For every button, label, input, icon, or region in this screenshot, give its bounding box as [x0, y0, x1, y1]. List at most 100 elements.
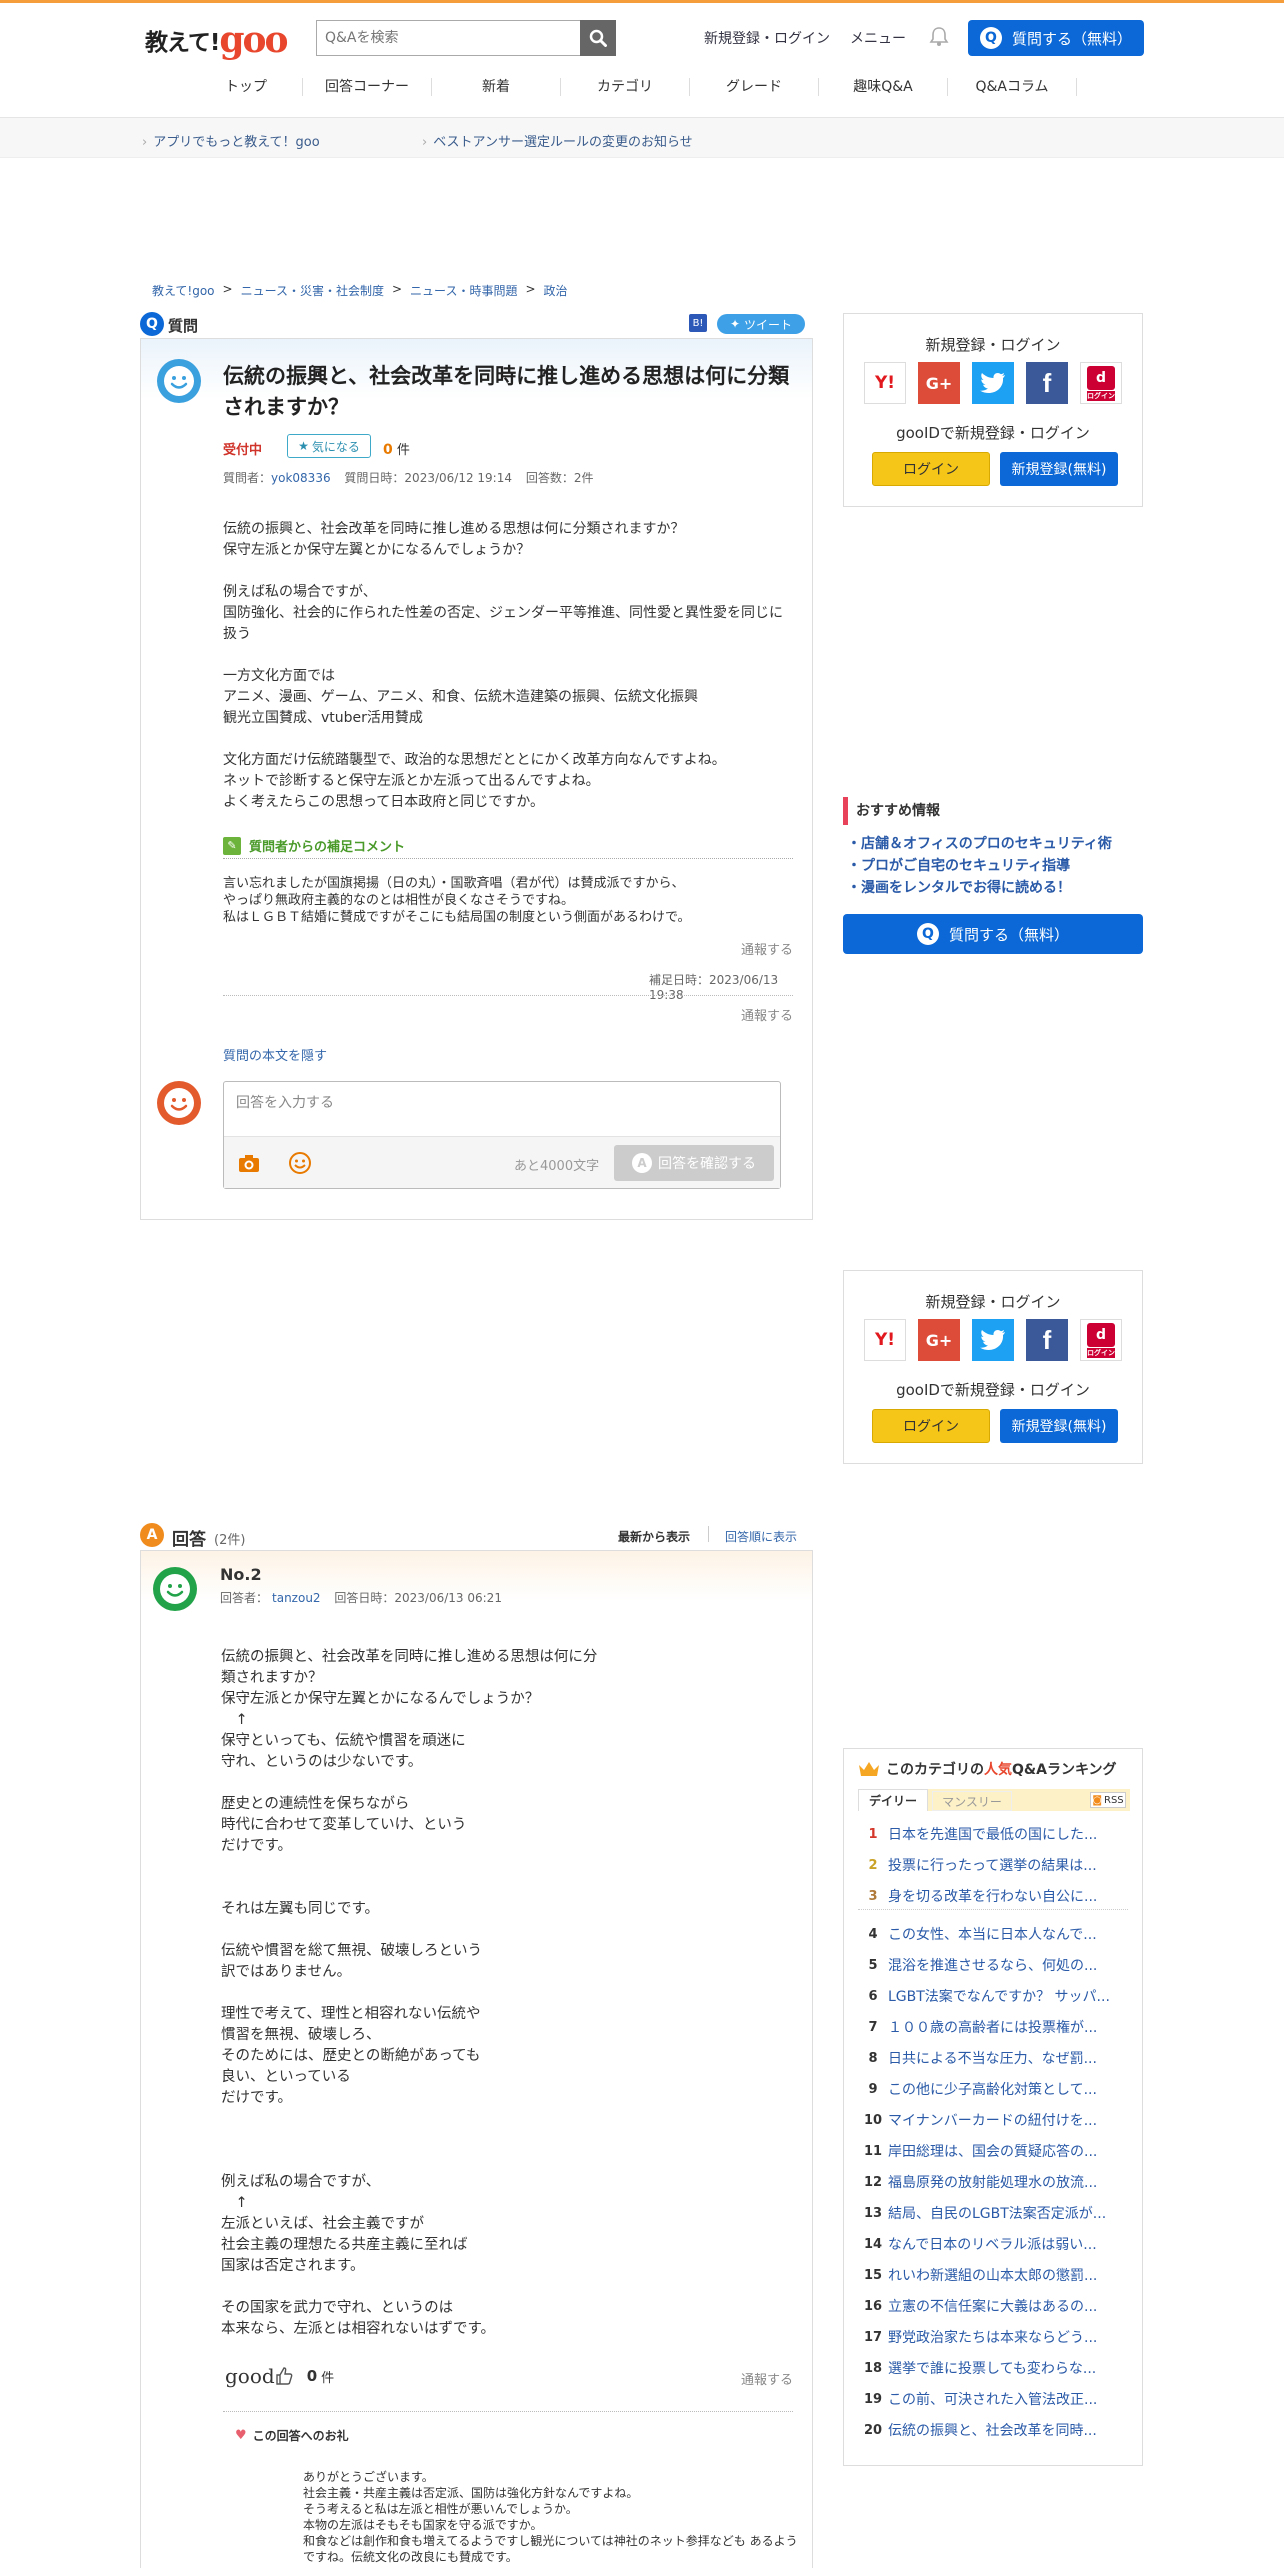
- ranking-item[interactable]: 11 岸田総理は、国会の質疑応答の...: [858, 2136, 1128, 2166]
- rank-number: 11: [863, 2143, 883, 2159]
- ranking-box: このカテゴリの 人気 Q&Aランキング デイリー マンスリー ◙ RSS 1 日本を先進…: [843, 1748, 1143, 2466]
- tweet-button[interactable]: ✦ ツイート: [717, 314, 805, 334]
- nav-item-category[interactable]: カテゴリ: [561, 76, 689, 106]
- recommend-item-label: 漫画をレンタルでお得に読める！: [861, 880, 1071, 896]
- ranking-item[interactable]: 10 マイナンバーカードの紐付けを...: [858, 2105, 1128, 2135]
- answer-a-icon: A: [632, 1153, 652, 1173]
- login-box-title: 新規登録・ログイン: [925, 1293, 1061, 1311]
- ranking-item[interactable]: 7 １００歳の高齢者には投票権が...: [858, 2012, 1128, 2042]
- question-badge-icon: Q: [140, 312, 164, 336]
- news-item-best-answer[interactable]: ベストアンサー選定ルールの変更のお知らせ: [422, 131, 692, 150]
- register-button[interactable]: 新規登録(無料): [1000, 452, 1118, 486]
- twitter-login-icon[interactable]: [972, 362, 1014, 404]
- facebook-login-icon[interactable]: f: [1026, 1319, 1068, 1361]
- ask-question-button[interactable]: Q 質問する（無料）: [968, 20, 1144, 56]
- ranking-item[interactable]: 15 れいわ新選組の山本太郎の懲罰...: [858, 2260, 1128, 2290]
- ranking-item[interactable]: 4 この女性、本当に日本人なんで...: [858, 1919, 1128, 1949]
- ranking-item[interactable]: 3 身を切る改革を行わない自公に...: [858, 1881, 1128, 1911]
- sort-newest-link[interactable]: 最新から表示: [618, 1528, 690, 1545]
- google-login-icon[interactable]: G+: [918, 1319, 960, 1361]
- report-link[interactable]: 通報する: [741, 1005, 793, 1024]
- yahoo-login-icon[interactable]: Y!: [864, 1319, 906, 1361]
- ranking-item-title: 立憲の不信任案に大義はあるの...: [888, 2299, 1098, 2315]
- answer-badge-icon: A: [140, 1523, 164, 1547]
- ask-question-sidebar-button[interactable]: Q 質問する（無料）: [843, 914, 1143, 954]
- ranking-item-title: なんで日本のリベラル派は弱い...: [888, 2237, 1097, 2253]
- answerer-avatar[interactable]: [153, 1567, 197, 1611]
- answer-input-box[interactable]: 回答を入力する あと4000文字 A 回答を確認する: [223, 1081, 781, 1189]
- nav-item-hobby-qa[interactable]: 趣味Q&A: [819, 76, 947, 106]
- news-item-app[interactable]: アプリでもっと教えて！goo: [142, 131, 320, 150]
- answer-item: No.2 回答者： tanzou2 回答日時：2023/06/13 06:21 伝…: [140, 1550, 813, 2568]
- login-button[interactable]: ログイン: [872, 1409, 990, 1443]
- nav-item-new[interactable]: 新着: [432, 76, 560, 106]
- docomo-d-icon: d: [1087, 365, 1115, 390]
- ranking-item[interactable]: 12 福島原発の放射能処理水の放流...: [858, 2167, 1128, 2197]
- question-box: 伝統の振興と、社会改革を同時に推し進める思想は何に分類されますか？ 受付中 ★ 気…: [140, 338, 813, 1220]
- tab-daily[interactable]: デイリー: [858, 1789, 928, 1811]
- google-login-icon[interactable]: G+: [918, 362, 960, 404]
- login-button[interactable]: ログイン: [872, 452, 990, 486]
- confirm-label: 回答を確認する: [658, 1156, 756, 1172]
- smile-face-icon: [164, 366, 194, 396]
- rank-number: 19: [863, 2391, 883, 2407]
- gooid-label: gooIDで新規登録・ログイン: [896, 1381, 1090, 1399]
- favorite-button[interactable]: ★ 気になる: [287, 434, 371, 458]
- ranking-item[interactable]: 5 混浴を推進させるなら、何処の...: [858, 1950, 1128, 1980]
- emoji-icon[interactable]: [288, 1151, 312, 1175]
- yahoo-login-icon[interactable]: Y!: [864, 362, 906, 404]
- asker-avatar[interactable]: [157, 359, 201, 403]
- search-button[interactable]: [580, 20, 616, 56]
- ranking-item[interactable]: 8 日共による不当な圧力、なぜ罰...: [858, 2043, 1128, 2073]
- ranking-item[interactable]: 19 この前、可決された入管法改正...: [858, 2384, 1128, 2414]
- report-link[interactable]: 通報する: [741, 939, 793, 958]
- ranking-item[interactable]: 2 投票に行ったって選挙の結果は...: [858, 1850, 1128, 1880]
- site-logo[interactable]: 教えて! goo: [145, 17, 289, 58]
- docomo-login-icon[interactable]: d ログイン: [1080, 1319, 1122, 1361]
- good-button[interactable]: good 0 件: [225, 2364, 334, 2388]
- ranking-item-title: 結局、自民のLGBT法案否定派が...: [888, 2206, 1107, 2222]
- camera-icon[interactable]: [238, 1153, 260, 1173]
- signup-login-link[interactable]: 新規登録・ログイン: [704, 28, 830, 48]
- ranking-item[interactable]: 18 選挙で誰に投票しても変わらな...: [858, 2353, 1128, 2383]
- docomo-login-icon[interactable]: d ログイン: [1080, 362, 1122, 404]
- nav-item-top[interactable]: トップ: [190, 76, 302, 106]
- ranking-item[interactable]: 16 立憲の不信任案に大義はあるの...: [858, 2291, 1128, 2321]
- asker-link[interactable]: yok08336: [271, 471, 331, 485]
- ranking-item-title: 伝統の振興と、社会改革を同時...: [888, 2423, 1097, 2439]
- hide-body-link[interactable]: 質問の本文を隠す: [223, 1045, 327, 1064]
- bell-icon[interactable]: [928, 25, 950, 47]
- tab-monthly[interactable]: マンスリー: [932, 1791, 1012, 1811]
- register-button[interactable]: 新規登録(無料): [1000, 1409, 1118, 1443]
- bookmark-icon[interactable]: B!: [689, 314, 707, 332]
- answerer-link[interactable]: tanzou2: [272, 1591, 321, 1605]
- nav-item-grade[interactable]: グレード: [690, 76, 818, 106]
- nav-item-answer-corner[interactable]: 回答コーナー: [303, 76, 431, 106]
- breadcrumb-item[interactable]: ニュース・時事問題: [410, 282, 517, 299]
- ranking-item-title: 福島原発の放射能処理水の放流...: [888, 2175, 1098, 2191]
- ranking-item[interactable]: 17 野党政治家たちは本来ならどう...: [858, 2322, 1128, 2352]
- recommend-item[interactable]: ・店舗＆オフィスのプロのセキュリティ術: [847, 833, 1143, 855]
- ranking-item[interactable]: 20 伝統の振興と、社会改革を同時...: [858, 2415, 1128, 2445]
- sort-order-link[interactable]: 回答順に表示: [725, 1528, 797, 1545]
- breadcrumb-item[interactable]: 教えて!goo: [152, 282, 215, 299]
- rank-number: 12: [863, 2174, 883, 2190]
- ranking-item[interactable]: 13 結局、自民のLGBT法案否定派が...: [858, 2198, 1128, 2228]
- rss-button[interactable]: ◙ RSS: [1090, 1792, 1126, 1808]
- search-input[interactable]: [316, 20, 580, 56]
- twitter-login-icon[interactable]: [972, 1319, 1014, 1361]
- ranking-item[interactable]: 1 日本を先進国で最低の国にした...: [858, 1819, 1128, 1849]
- confirm-answer-button[interactable]: A 回答を確認する: [614, 1145, 774, 1181]
- report-link[interactable]: 通報する: [741, 2369, 793, 2388]
- breadcrumb-item[interactable]: 政治: [544, 282, 568, 299]
- breadcrumb-item[interactable]: ニュース・災害・社会制度: [241, 282, 384, 299]
- ranking-item[interactable]: 9 この他に少子高齢化対策として...: [858, 2074, 1128, 2104]
- recommend-item[interactable]: ・漫画をレンタルでお得に読める！: [847, 877, 1143, 899]
- nav-item-qa-column[interactable]: Q&Aコラム: [948, 76, 1076, 106]
- rank-number: 10: [863, 2112, 883, 2128]
- facebook-login-icon[interactable]: f: [1026, 362, 1068, 404]
- recommend-item[interactable]: ・プロがご自宅のセキュリティ指導: [847, 855, 1143, 877]
- ranking-item[interactable]: 6 LGBT法案でなんですか？ サッパ...: [858, 1981, 1128, 2011]
- menu-link[interactable]: メニュー: [850, 28, 906, 48]
- ranking-item[interactable]: 14 なんで日本のリベラル派は弱い...: [858, 2229, 1128, 2259]
